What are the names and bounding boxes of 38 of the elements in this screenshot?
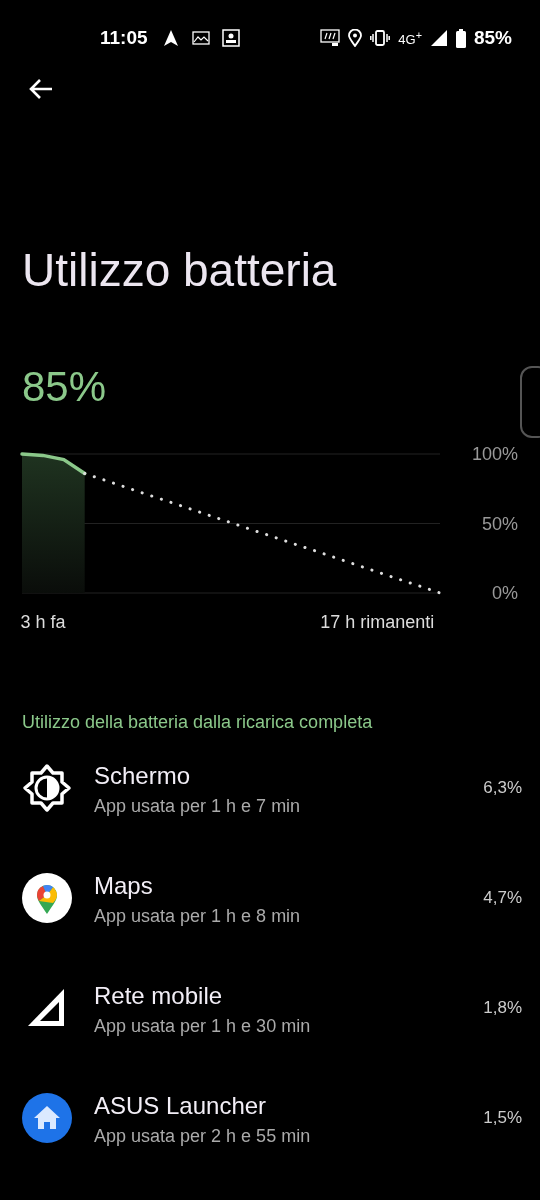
time-label: 3 h fa (20, 612, 66, 632)
usage-percent: 4,7% (483, 888, 522, 908)
network-type: 4G$^{+}$ (398, 28, 422, 48)
status-time: 11:05 (100, 27, 148, 49)
signal-icon (429, 29, 448, 47)
home-icon (22, 1093, 72, 1143)
app-usage-item[interactable]: Maps App usata per 1 h e 8 min 4,7% (0, 843, 540, 953)
app-name: ASUS Launcher (94, 1091, 268, 1120)
usage-time: App usata per 1 h e 30 min (94, 1015, 312, 1037)
section-header: Utilizzo della batteria dalla ricarica completa (22, 712, 374, 733)
app-usage-item[interactable]: Rete mobile App usata per 1 h e 30 min 1,8% (0, 953, 540, 1063)
axis-label: 50% (481, 513, 518, 534)
axis-label: 0% (492, 583, 518, 603)
battery-level: 85% (22, 362, 107, 412)
usage-time: App usata per 1 h e 7 min (94, 795, 302, 817)
image-icon (191, 31, 210, 45)
back-arrow-icon (28, 78, 54, 100)
location-icon (348, 29, 363, 47)
app-name: Maps (94, 871, 154, 900)
usage-percent: 6,3% (483, 778, 522, 798)
battery-icon (455, 28, 466, 48)
battery-percent: 85% (473, 27, 512, 49)
usage-percent: 1,5% (483, 1108, 522, 1128)
usage-time: App usata per 2 h e 55 min (94, 1125, 312, 1147)
brightness-icon (22, 763, 72, 813)
navigation-icon (161, 29, 180, 47)
map-pin-icon (22, 873, 72, 923)
page-title: Utilizzo batteria (22, 243, 338, 298)
time-label: 17 h rimanenti (320, 612, 435, 632)
app-usage-item[interactable]: Schermo App usata per 1 h e 7 min 6,3% (0, 733, 540, 843)
app-name: Schermo (94, 761, 192, 790)
axis-label: 100% (471, 444, 518, 464)
app-name: Rete mobile (94, 981, 224, 1010)
vibrate-icon (370, 30, 391, 46)
battery-line (20, 452, 87, 476)
usage-time: App usata per 1 h e 8 min (94, 905, 302, 927)
usage-percent: 1,8% (483, 998, 522, 1018)
app-usage-item[interactable]: ASUS Launcher App usata per 2 h e 55 min 1,5% (0, 1063, 540, 1173)
